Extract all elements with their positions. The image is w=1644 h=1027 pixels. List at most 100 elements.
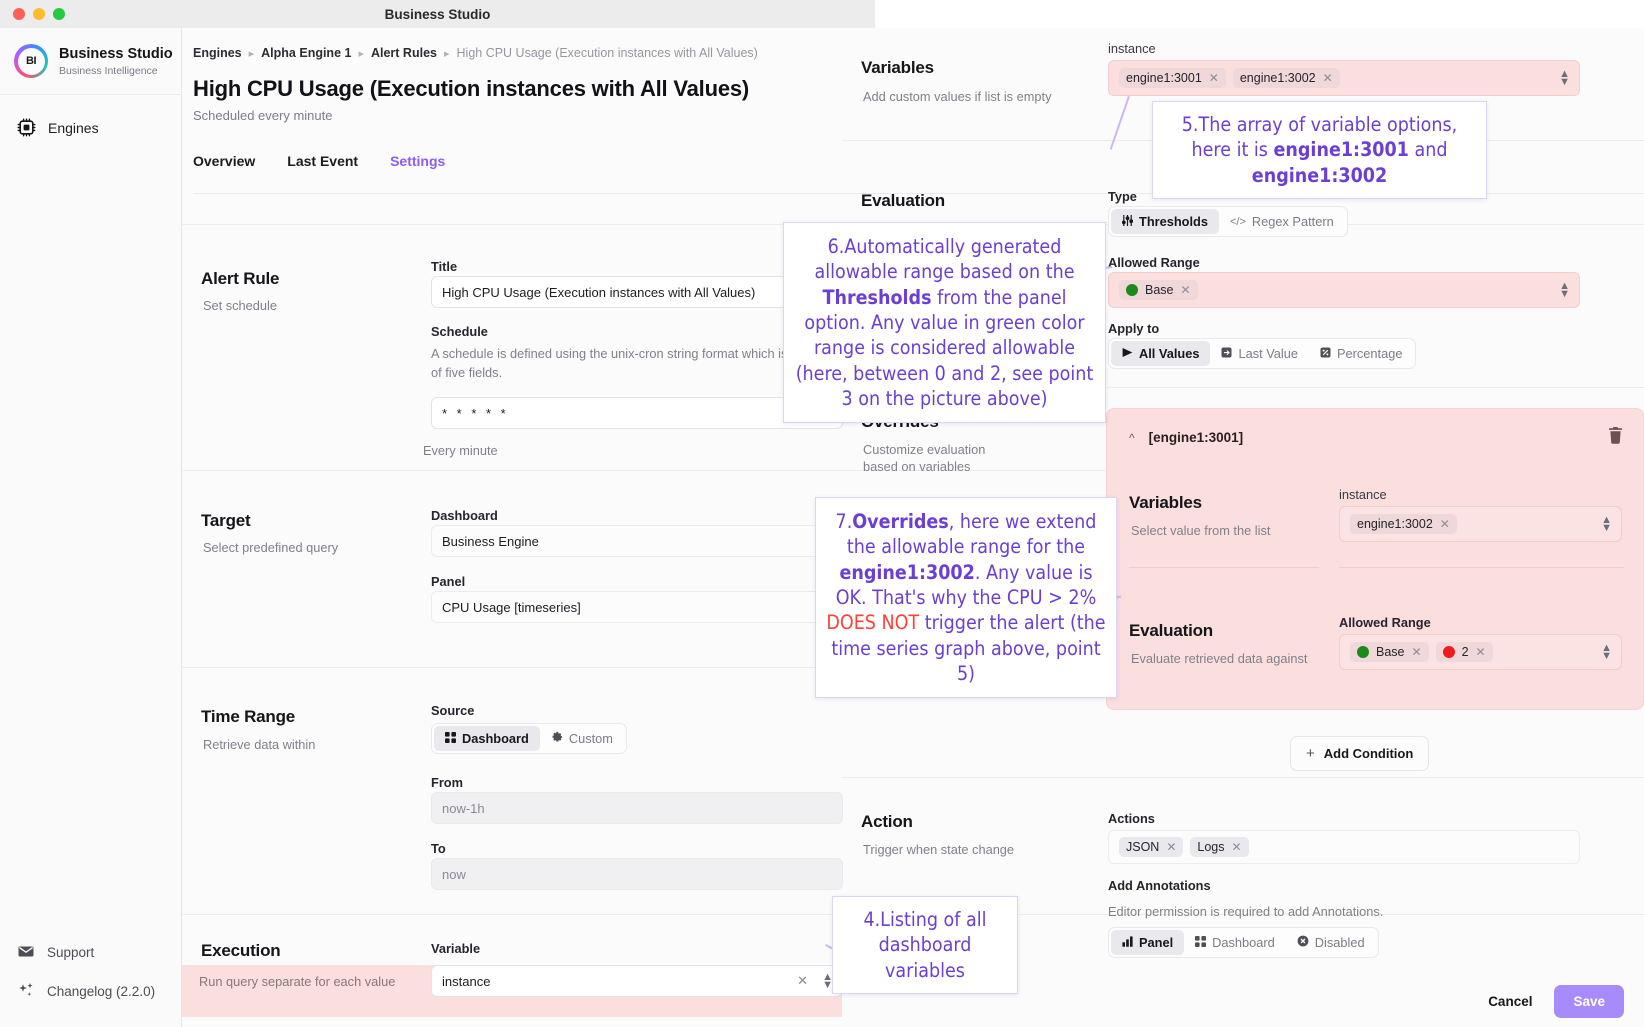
- time-range-desc: Retrieve data within: [203, 737, 316, 752]
- callout-5: 5.The array of variable options, here it…: [1152, 101, 1487, 200]
- allowed-range-chip-label: Base: [1145, 283, 1174, 297]
- override-variables-field-label: instance: [1339, 487, 1387, 502]
- override-allowed-range-chip[interactable]: 2 ✕: [1435, 642, 1493, 662]
- source-option-dashboard-label: Dashboard: [462, 731, 529, 746]
- actions-label: Actions: [1108, 811, 1155, 826]
- apply-to-option-last-value[interactable]: Last Value: [1210, 341, 1309, 366]
- annotation-option-panel[interactable]: Panel: [1111, 930, 1185, 955]
- override-allowed-range-select[interactable]: Base ✕ 2 ✕ ▲ ▼: [1339, 634, 1622, 670]
- schedule-label: Schedule: [431, 324, 488, 339]
- breadcrumb-separator: ▸: [443, 47, 450, 60]
- callout-7: 7.Overrides, here we extend the allowabl…: [815, 497, 1117, 699]
- remove-chip-icon[interactable]: ✕: [1232, 840, 1242, 854]
- type-option-thresholds-label: Thresholds: [1139, 214, 1208, 229]
- allowed-range-chip[interactable]: Base ✕: [1119, 280, 1198, 300]
- remove-chip-icon[interactable]: ✕: [1440, 517, 1450, 531]
- sidebar: BI Business Studio Business Intelligence…: [0, 28, 182, 1027]
- chevron-up-icon[interactable]: ^: [1129, 431, 1135, 445]
- remove-chip-icon[interactable]: ✕: [1323, 71, 1333, 85]
- remove-chip-icon[interactable]: ✕: [1181, 283, 1191, 297]
- annotations-toggle-group: Panel Dashboard Disabled: [1108, 927, 1379, 958]
- action-chip[interactable]: Logs ✕: [1190, 837, 1249, 857]
- remove-chip-icon[interactable]: ✕: [1209, 71, 1219, 85]
- disabled-icon: [1297, 935, 1309, 950]
- override-variables-chip-label: engine1:3002: [1357, 517, 1433, 531]
- cancel-button[interactable]: Cancel: [1488, 994, 1532, 1009]
- remove-chip-icon[interactable]: ✕: [1412, 645, 1422, 659]
- override-card: ^ [engine1:3001] Variables Select value …: [1106, 408, 1644, 710]
- callout-7-text: 7.Overrides, here we extend the allowabl…: [826, 510, 1106, 686]
- override-variables-heading: Variables: [1129, 493, 1202, 512]
- variables-chip[interactable]: engine1:3002 ✕: [1232, 68, 1340, 88]
- delete-override-icon[interactable]: [1608, 427, 1623, 449]
- sliders-icon: [1121, 214, 1134, 229]
- annotation-option-dashboard[interactable]: Dashboard: [1184, 930, 1286, 955]
- sidebar-changelog-label: Changelog (2.2.0): [47, 984, 156, 999]
- variables-multiselect[interactable]: engine1:3001 ✕ engine1:3002 ✕ ▲ ▼: [1108, 60, 1580, 96]
- brand[interactable]: BI Business Studio Business Intelligence: [0, 28, 181, 95]
- save-button[interactable]: Save: [1554, 984, 1624, 1018]
- sidebar-item-changelog[interactable]: Changelog (2.2.0): [0, 972, 182, 1011]
- from-label: From: [431, 775, 463, 790]
- breadcrumb-item-engines[interactable]: Engines: [193, 46, 242, 60]
- annotation-option-dashboard-label: Dashboard: [1212, 935, 1275, 950]
- source-option-dashboard[interactable]: Dashboard: [434, 726, 540, 751]
- panel-select[interactable]: CPU Usage [timeseries] ▲▼: [431, 591, 843, 623]
- apply-to-option-percentage[interactable]: Percentage: [1309, 341, 1413, 366]
- variables-chip[interactable]: engine1:3001 ✕: [1119, 68, 1226, 88]
- tab-last-event[interactable]: Last Event: [287, 153, 358, 179]
- footer-actions: Cancel Save: [182, 975, 1644, 1027]
- sidebar-bottom: Support Changelog (2.2.0): [0, 933, 182, 1011]
- title-label: Title: [431, 259, 458, 274]
- override-variables-chip[interactable]: engine1:3002 ✕: [1350, 514, 1457, 534]
- action-chip[interactable]: JSON ✕: [1119, 837, 1184, 857]
- actions-multiselect[interactable]: JSON ✕ Logs ✕: [1108, 830, 1580, 864]
- sidebar-item-engines[interactable]: Engines: [0, 105, 181, 150]
- source-option-custom-label: Custom: [568, 731, 613, 746]
- variables-desc: Add custom values if list is empty: [863, 89, 1052, 104]
- panel-label: Panel: [431, 574, 466, 589]
- remove-chip-icon[interactable]: ✕: [1476, 645, 1486, 659]
- type-option-regex-label: Regex Pattern: [1251, 214, 1334, 229]
- grid-icon: [445, 731, 456, 746]
- sidebar-item-support[interactable]: Support: [0, 933, 182, 972]
- remove-chip-icon[interactable]: ✕: [1166, 840, 1176, 854]
- override-variables-select[interactable]: engine1:3002 ✕ ▲ ▼: [1339, 506, 1622, 542]
- callout-6-text: 6.Automatically generated allowable rang…: [795, 235, 1094, 411]
- annotation-option-disabled[interactable]: Disabled: [1286, 930, 1376, 955]
- variables-chip-label: engine1:3001: [1126, 71, 1202, 85]
- override-evaluation-heading: Evaluation: [1129, 621, 1213, 640]
- type-option-regex[interactable]: </> Regex Pattern: [1219, 209, 1345, 234]
- percent-icon: [1320, 346, 1331, 361]
- source-option-custom[interactable]: Custom: [540, 726, 624, 751]
- override-allowed-range-chip[interactable]: Base ✕: [1350, 642, 1429, 662]
- from-input[interactable]: now-1h: [431, 792, 843, 824]
- sidebar-item-label: Engines: [48, 119, 99, 136]
- schedule-input[interactable]: * * * * *: [431, 397, 843, 429]
- override-allowed-range-label: Allowed Range: [1339, 615, 1431, 630]
- apply-to-label: Apply to: [1108, 321, 1160, 336]
- to-input[interactable]: now: [431, 858, 843, 890]
- variables-chip-label: engine1:3002: [1239, 71, 1316, 85]
- action-desc: Trigger when state change: [863, 842, 1015, 857]
- panel-select-value: CPU Usage [timeseries]: [442, 599, 581, 615]
- type-option-thresholds[interactable]: Thresholds: [1111, 209, 1219, 234]
- breadcrumb-item-alert-rules[interactable]: Alert Rules: [371, 46, 437, 60]
- tab-settings[interactable]: Settings: [390, 153, 445, 179]
- apply-to-option-last-value-label: Last Value: [1238, 346, 1298, 361]
- variables-field-label: instance: [1108, 41, 1156, 56]
- dashboard-select[interactable]: Business Engine ▲▼: [431, 525, 843, 557]
- allowed-range-multiselect[interactable]: Base ✕ ▲ ▼: [1108, 272, 1580, 308]
- override-card-header[interactable]: ^ [engine1:3001]: [1129, 430, 1243, 445]
- tab-overview[interactable]: Overview: [193, 153, 255, 179]
- add-annotations-help: Editor permission is required to add Ann…: [1108, 904, 1384, 919]
- add-condition-button[interactable]: + Add Condition: [1290, 736, 1430, 771]
- alert-rule-desc: Set schedule: [203, 298, 277, 313]
- source-toggle-group: Dashboard Custom: [431, 723, 627, 754]
- apply-to-option-all-values[interactable]: All Values: [1111, 341, 1211, 366]
- breadcrumb-separator: ▸: [248, 47, 255, 60]
- chevron-updown-icon: ▲▼: [1559, 279, 1570, 300]
- override-variables-desc: Select value from the list: [1131, 523, 1271, 538]
- breadcrumb-item-engine[interactable]: Alpha Engine 1: [261, 46, 351, 60]
- title-input[interactable]: High CPU Usage (Execution instances with…: [431, 276, 843, 308]
